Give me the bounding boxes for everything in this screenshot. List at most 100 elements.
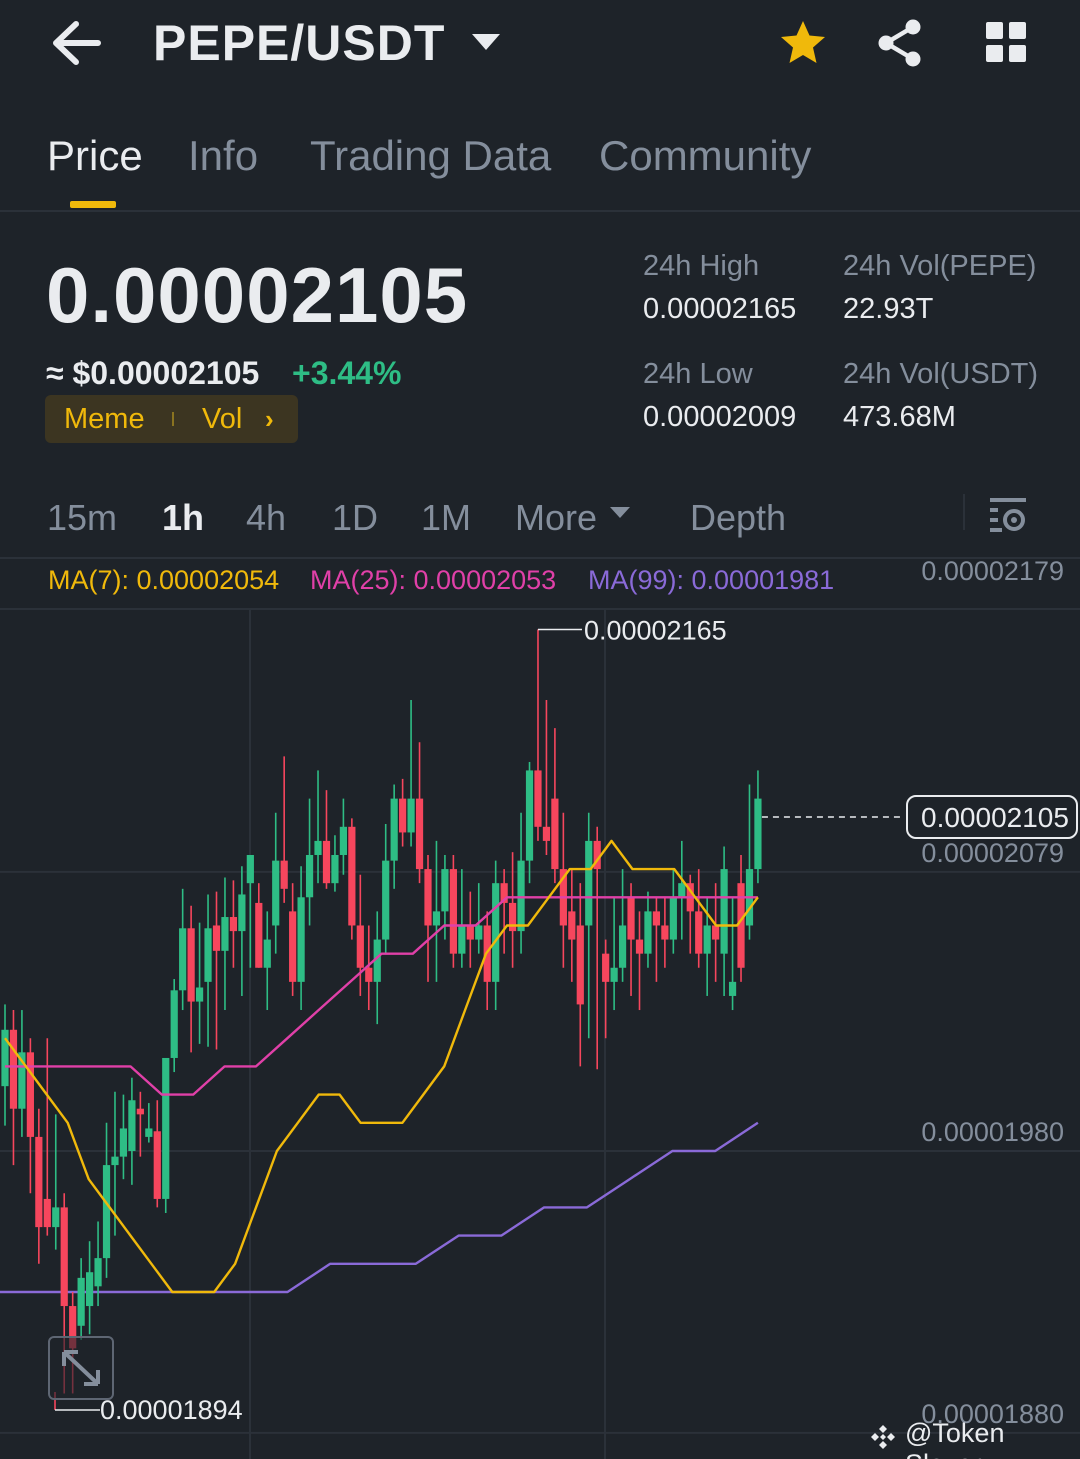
low-marker-label: 0.00001894: [100, 1395, 243, 1425]
candle: [348, 818, 356, 940]
candle: [339, 798, 347, 875]
expand-icon: [62, 1350, 100, 1386]
candle: [229, 880, 238, 968]
candle: [145, 1103, 153, 1143]
candle: [542, 699, 551, 855]
candle: [356, 874, 364, 996]
chart-grid: 0.000021790.000020790.000019800.00001880: [0, 560, 1080, 1459]
fullscreen-button[interactable]: [48, 1336, 114, 1400]
tag-vol[interactable]: Vol: [202, 403, 242, 436]
candle: [373, 911, 381, 1025]
low-value: 0.00002009: [643, 401, 797, 433]
vol-base-label: 24h Vol(PEPE): [843, 250, 1037, 282]
interval-1h[interactable]: 1h: [162, 497, 204, 539]
interval-more[interactable]: More: [515, 497, 597, 539]
star-icon[interactable]: [778, 18, 828, 68]
candle: [627, 883, 635, 996]
candle: [170, 979, 178, 1073]
vol-quote-label: 24h Vol(USDT): [843, 358, 1039, 390]
candle: [322, 790, 331, 889]
high-value: 0.00002165: [643, 293, 797, 325]
depth-button[interactable]: Depth: [690, 497, 786, 539]
candle: [119, 1094, 128, 1180]
caret-down-icon[interactable]: [472, 34, 500, 50]
vol-base-value: 22.93T: [843, 293, 934, 325]
interval-1m[interactable]: 1M: [421, 497, 471, 539]
pair-title[interactable]: PEPE/USDT: [153, 14, 445, 72]
tabs-divider: [0, 210, 1080, 212]
current-price-label: 0.00002105: [921, 802, 1069, 833]
candle: [618, 869, 627, 982]
candle: [390, 784, 398, 889]
candle: [517, 812, 525, 954]
candle: [424, 854, 432, 982]
candle: [26, 1038, 34, 1194]
candle: [128, 1077, 136, 1185]
candle: [399, 778, 407, 847]
candle: [635, 911, 644, 1011]
vol-quote-value: 473.68M: [843, 401, 956, 433]
candle: [289, 883, 297, 996]
candle: [652, 897, 661, 982]
last-price: 0.00002105: [46, 251, 469, 339]
candle: [382, 823, 390, 954]
candle: [458, 869, 466, 968]
high-label: 24h High: [643, 250, 760, 282]
candle: [52, 1114, 60, 1250]
binance-square-icon: [871, 1425, 895, 1449]
candle: [695, 869, 703, 968]
candle: [678, 840, 686, 940]
watermark: @Token Slayer: [905, 1418, 1005, 1459]
tab-trading-data[interactable]: Trading Data: [310, 132, 551, 180]
candle: [272, 812, 280, 954]
candle: [610, 897, 618, 1011]
candle: [568, 869, 576, 982]
candle: [466, 891, 474, 968]
candle: [94, 1221, 102, 1307]
candle: [204, 894, 212, 1047]
candle: [18, 1010, 26, 1137]
chart-settings-icon[interactable]: [988, 494, 1028, 534]
interval-15m[interactable]: 15m: [47, 497, 117, 539]
candle: [475, 883, 483, 954]
interval-4h[interactable]: 4h: [246, 497, 286, 539]
caret-down-icon[interactable]: [610, 507, 630, 518]
grid-icon[interactable]: [984, 20, 1028, 64]
chevron-right-icon[interactable]: ›: [265, 404, 274, 435]
active-tab-indicator: [70, 201, 116, 208]
candlestick-chart[interactable]: 0.000021790.000020790.000019800.00001880…: [0, 560, 1080, 1459]
candle: [483, 911, 491, 1011]
candle: [9, 1010, 18, 1166]
candle: [305, 798, 314, 926]
candle: [728, 897, 737, 1011]
tag-meme[interactable]: Meme: [64, 403, 145, 436]
toolbar-divider-line: [0, 557, 1080, 559]
candle: [669, 869, 677, 954]
candle: [449, 854, 457, 968]
candle: [314, 770, 322, 884]
candle: [238, 866, 246, 996]
candle: [187, 905, 195, 1053]
interval-1d[interactable]: 1D: [332, 497, 378, 539]
back-arrow-icon[interactable]: [48, 18, 104, 68]
candle: [720, 846, 728, 996]
candle: [153, 1100, 161, 1208]
candle: [432, 840, 441, 982]
usd-price: ≈ $0.00002105: [46, 355, 260, 391]
tab-info[interactable]: Info: [188, 132, 258, 180]
candle: [559, 812, 567, 968]
candle: [212, 891, 221, 1050]
toolbar-divider: [963, 494, 965, 530]
candle: [35, 1108, 43, 1264]
candle: [162, 1057, 170, 1214]
tab-community[interactable]: Community: [599, 132, 811, 180]
candle: [551, 728, 559, 884]
y-tick-label: 0.00002179: [921, 560, 1064, 586]
candle: [644, 891, 652, 968]
tab-price[interactable]: Price: [47, 132, 143, 180]
candle: [263, 911, 271, 1011]
share-icon[interactable]: [876, 18, 924, 68]
candle: [500, 869, 508, 954]
candle: [415, 742, 424, 884]
candle: [661, 897, 669, 968]
